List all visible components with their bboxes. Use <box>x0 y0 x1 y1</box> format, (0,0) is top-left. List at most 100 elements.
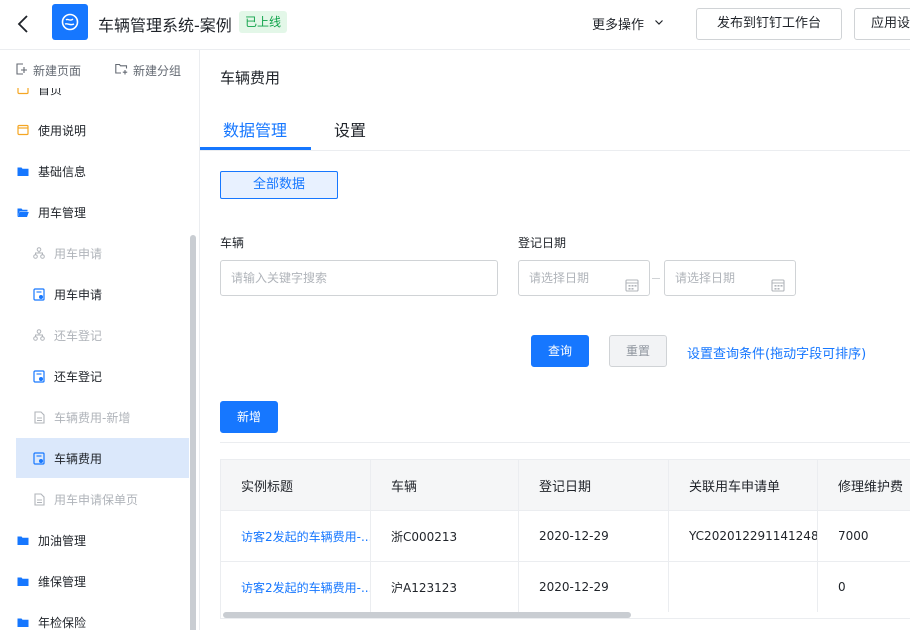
new-page-icon <box>16 63 28 78</box>
sidebar-item-label: 还车登记 <box>54 328 103 343</box>
calendar-icon <box>771 271 785 305</box>
divider <box>220 442 910 443</box>
new-group-button[interactable]: 新建分组 <box>115 62 181 79</box>
all-data-view-button[interactable]: 全部数据 <box>220 171 338 199</box>
tab-bar: 数据管理 设置 <box>200 105 910 151</box>
date-start-input[interactable]: 请选择日期 <box>518 260 650 296</box>
app-title: 车辆管理系统-案例 <box>98 16 232 35</box>
sidebar-item-maintenance[interactable]: 维保管理 <box>16 561 189 601</box>
folder-icon <box>16 164 30 178</box>
new-folder-icon <box>115 63 128 78</box>
date-end-input[interactable]: 请选择日期 <box>664 260 796 296</box>
cell-repair-fee: 0 <box>818 562 910 612</box>
chevron-down-icon <box>654 16 664 31</box>
sidebar-item-label: 用车申请保单页 <box>54 492 139 507</box>
sidebar-item-label: 车辆费用 <box>54 451 103 466</box>
more-ops-label: 更多操作 <box>592 18 645 33</box>
sidebar-item-fuel[interactable]: 加油管理 <box>16 520 189 560</box>
cell-repair-fee: 7000 <box>818 511 910 561</box>
new-page-button[interactable]: 新建页面 <box>16 62 81 79</box>
data-table: 实例标题 车辆 登记日期 关联用车申请单 修理维护费 访客2发起的车辆费用-..… <box>220 459 910 619</box>
cell-title-link[interactable]: 访客2发起的车辆费用-... <box>221 511 371 561</box>
main-content: 车辆费用 数据管理 设置 全部数据 车辆 请输入关键字搜索 登记日期 请选择日期… <box>200 50 910 630</box>
sidebar-item-vehicle-request-form[interactable]: 用车申请 <box>16 274 189 314</box>
top-bar: 车辆管理系统-案例 已上线 更多操作 发布到钉钉工作台 应用设 <box>0 0 910 50</box>
add-record-button[interactable]: 新增 <box>220 401 278 433</box>
calendar-icon <box>625 271 639 305</box>
cell-title-link[interactable]: 访客2发起的车辆费用-... <box>221 562 371 612</box>
sidebar-item-request-policy[interactable]: 用车申请保单页 <box>16 479 189 519</box>
flow-icon <box>32 246 46 260</box>
reset-button[interactable]: 重置 <box>609 335 667 367</box>
sidebar-item-label: 加油管理 <box>38 533 87 548</box>
date-filter-label: 登记日期 <box>518 236 567 250</box>
tab-data-management[interactable]: 数据管理 <box>223 117 287 141</box>
active-tab-indicator <box>200 147 311 150</box>
form-icon <box>32 451 46 465</box>
sidebar-item-vehicle-request-flow[interactable]: 用车申请 <box>16 233 189 273</box>
doc-icon <box>32 410 46 424</box>
sidebar-scrollbar[interactable] <box>190 235 196 630</box>
cell-vehicle: 沪A123123 <box>371 562 519 612</box>
doc-icon <box>32 492 46 506</box>
sidebar-item-vehicle-use[interactable]: 用车管理 <box>16 192 189 232</box>
app-logo-icon <box>52 4 88 40</box>
cell-date: 2020-12-29 <box>519 562 669 612</box>
configure-query-link[interactable]: 设置查询条件(拖动字段可排序) <box>687 343 866 362</box>
cell-date: 2020-12-29 <box>519 511 669 561</box>
cell-vehicle: 浙C000213 <box>371 511 519 561</box>
new-group-label: 新建分组 <box>133 64 182 78</box>
query-button[interactable]: 查询 <box>531 335 589 367</box>
column-header-repair-fee[interactable]: 修理维护费 <box>818 460 910 510</box>
sidebar-item-return-flow[interactable]: 还车登记 <box>16 315 189 355</box>
cell-related-request <box>669 562 818 612</box>
column-header-date[interactable]: 登记日期 <box>519 460 669 510</box>
date-start-placeholder: 请选择日期 <box>529 271 590 285</box>
app-settings-button[interactable]: 应用设 <box>854 8 910 40</box>
table-header: 实例标题 车辆 登记日期 关联用车申请单 修理维护费 <box>221 460 910 510</box>
folder-icon <box>16 615 30 629</box>
sidebar-item-label: 车辆费用-新增 <box>54 410 131 425</box>
table-horizontal-scrollbar[interactable] <box>223 612 631 618</box>
cell-related-request: YC20201229114124​8... <box>669 511 818 561</box>
sidebar-item-label: 基础信息 <box>38 164 87 179</box>
sidebar-actions: 新建页面 新建分组 <box>0 50 199 88</box>
status-badge: 已上线 <box>239 11 288 33</box>
sidebar-item-basic-info[interactable]: 基础信息 <box>16 151 189 191</box>
sidebar-item-label: 用车管理 <box>38 205 87 220</box>
more-ops-dropdown[interactable]: 更多操作 <box>592 14 664 33</box>
sidebar-item-label: 使用说明 <box>38 123 87 138</box>
column-header-vehicle[interactable]: 车辆 <box>371 460 519 510</box>
sidebar-item-label: 维保管理 <box>38 574 87 589</box>
column-header-related-request[interactable]: 关联用车申请单 <box>669 460 818 510</box>
sidebar-item-label: 用车申请 <box>54 287 103 302</box>
tab-settings[interactable]: 设置 <box>334 117 366 141</box>
vehicle-search-input[interactable]: 请输入关键字搜索 <box>220 260 498 296</box>
column-header-title[interactable]: 实例标题 <box>221 460 371 510</box>
sidebar-item-cost-new[interactable]: 车辆费用-新增 <box>16 397 189 437</box>
sidebar-item-label: 用车申请 <box>54 246 103 261</box>
sidebar-item-inspection[interactable]: 年检保险 <box>16 602 189 630</box>
table-row: 访客2发起的车辆费用-... 沪A123123 2020-12-29 0 <box>221 561 910 612</box>
table-row: 访客2发起的车辆费用-... 浙C000213 2020-12-29 YC202… <box>221 510 910 561</box>
back-arrow-icon[interactable] <box>12 12 36 36</box>
sidebar-item-label: 还车登记 <box>54 369 103 384</box>
date-end-placeholder: 请选择日期 <box>675 271 736 285</box>
folder-open-icon <box>16 205 30 219</box>
sidebar-item-vehicle-cost[interactable]: 车辆费用 <box>16 438 189 478</box>
new-page-label: 新建页面 <box>33 64 82 78</box>
folder-icon <box>16 574 30 588</box>
page-title: 车辆费用 <box>220 69 281 87</box>
vehicle-filter-label: 车辆 <box>220 236 245 250</box>
sidebar-item-return-form[interactable]: 还车登记 <box>16 356 189 396</box>
sidebar: 首页 使用说明 基础信息 用车管理 用车申请 用车申请 还车登记 还车登记 车辆… <box>0 50 200 630</box>
page-icon <box>16 123 30 137</box>
flow-icon <box>32 328 46 342</box>
sidebar-item-usage-guide[interactable]: 使用说明 <box>16 110 189 150</box>
form-icon <box>32 369 46 383</box>
form-icon <box>32 287 46 301</box>
sidebar-item-label: 年检保险 <box>38 615 87 630</box>
publish-dingtalk-button[interactable]: 发布到钉钉工作台 <box>696 8 842 40</box>
folder-icon <box>16 533 30 547</box>
date-range-separator <box>652 278 660 279</box>
